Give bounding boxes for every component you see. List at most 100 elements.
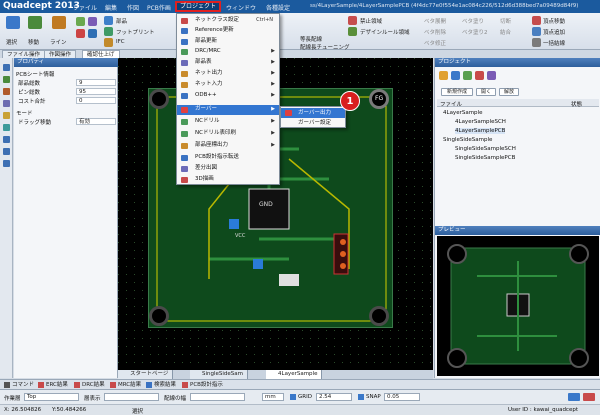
menu-odb[interactable]: ODB++ ▶ [177,91,279,101]
menu-pcb-create[interactable]: PCB作画 [147,3,171,12]
join-all-label[interactable]: 一括結線 [543,39,565,47]
forbid-area-label[interactable]: 禁止領域 [360,17,382,25]
menu-net-input[interactable]: ネット入力 ▶ [177,80,279,90]
mode-section[interactable]: モード [16,109,33,117]
tab-command[interactable]: コマンド [4,381,34,389]
tab-start-page[interactable]: スタートページ [118,370,174,379]
open-project-button[interactable]: 開く [476,88,496,96]
new-project-button[interactable]: 新規作成 [441,88,473,96]
menu-project[interactable]: プロジェクト [175,1,221,12]
measure-icon[interactable] [3,112,10,119]
merge-label[interactable]: 結合 [500,28,511,36]
layer-select[interactable]: Top [24,393,79,401]
via-hatch-label[interactable]: ベタ塗り2 [462,28,488,36]
menu-settings[interactable]: 各種設定 [266,3,290,12]
tree-item-4layersample-pcb[interactable]: 4LayerSamplePCB [455,128,506,134]
grid-value[interactable]: 2.54 [316,393,352,401]
same-length-label[interactable]: 等長配線 [300,35,322,43]
cut-label[interactable]: 切断 [500,17,511,25]
menu-bom[interactable]: 部品表 ▶ [177,58,279,68]
tree-item-4layersample-sch[interactable]: 4LayerSampleSCH [455,119,506,125]
grid-checkbox[interactable] [290,394,296,400]
menu-window[interactable]: ウィンドウ [226,3,256,12]
menu-parts-update[interactable]: 部品更新 [177,37,279,47]
menu-diff-output[interactable]: 差分出図 [177,164,279,174]
folder-icon[interactable] [439,71,448,80]
zoom-fit-icon[interactable] [3,160,10,167]
line-icon[interactable] [52,16,66,29]
move-icon[interactable] [28,16,42,29]
menu-create[interactable]: 作図 [127,3,139,12]
layer-icon[interactable] [3,100,10,107]
menu-parts-coords[interactable]: 部品座標出力 ▶ [177,141,279,151]
vertex-add-label[interactable]: 頂点追加 [543,28,565,36]
vertex-add-icon[interactable] [532,27,541,36]
new-doc-icon[interactable] [451,71,460,80]
via-mod-label[interactable]: ベタ修正 [424,39,446,47]
tab-design-op[interactable]: 作図操作 [44,50,77,58]
select-icon[interactable] [6,16,20,29]
info-icon[interactable] [583,393,595,401]
close-project-button[interactable]: 解放 [499,88,519,96]
pcb-icon[interactable] [475,71,484,80]
tree-item-4layersample[interactable]: 4LayerSample [443,110,482,116]
vertex-move-label[interactable]: 頂点移動 [543,17,565,25]
via-arrange-label[interactable]: ベタ展開 [424,17,446,25]
tab-pcb-instruction[interactable]: PCB設計指示 [182,381,223,389]
ifc-icon[interactable] [104,38,113,47]
zoom-out-icon[interactable] [3,148,10,155]
circle-tool-icon[interactable] [76,17,85,26]
rect-tool-icon[interactable] [88,17,97,26]
parts-label[interactable]: 部品 [116,17,127,25]
arc-tool-icon[interactable] [76,29,85,38]
ifc-label[interactable]: IFC [116,39,125,45]
tab-erc[interactable]: ERC結果 [38,381,68,389]
gerber-output-item[interactable]: ガーバー出力 [281,108,345,118]
snap-value[interactable]: 0.05 [384,393,420,401]
pointer-icon[interactable] [3,64,10,71]
route-width-select[interactable] [190,393,245,401]
footprint-label[interactable]: フットプリント [116,28,155,36]
via-icon[interactable] [3,124,10,131]
tab-search[interactable]: 検索結果 [146,381,176,389]
design-rule-area-icon[interactable] [348,27,357,36]
menu-net-output[interactable]: ネット出力 ▶ [177,69,279,79]
tab-4layer[interactable]: 4LayerSample [266,370,323,379]
tree-item-singlesidesample-pcb[interactable]: SingleSideSamplePCB [455,155,515,161]
menu-netclass[interactable]: ネットクラス設定 Ctrl+N [177,16,279,26]
tab-drc[interactable]: DRC結果 [74,381,105,389]
zoom-in-icon[interactable] [3,136,10,143]
vertex-move-icon[interactable] [532,16,541,25]
vertex-delete-icon[interactable] [532,38,541,47]
snap-checkbox[interactable] [358,394,364,400]
menu-nc-drill[interactable]: NCドリル ▶ [177,117,279,127]
text-tool-icon[interactable] [88,29,97,38]
menu-nc-drill-print[interactable]: NCドリル表印刷 ▶ [177,129,279,139]
menu-edit[interactable]: 編集 [105,3,117,12]
tab-confirm[interactable]: 確認仕上げ [82,50,120,58]
menu-pcb-instruction[interactable]: PCB設計指示転送 [177,153,279,163]
menu-reference-update[interactable]: Reference更新 [177,26,279,36]
pan-icon[interactable] [3,76,10,83]
parts-icon[interactable] [104,16,113,25]
wire-icon[interactable] [3,88,10,95]
sheet-icon[interactable] [463,71,472,80]
unit-select[interactable]: mm [262,393,284,401]
tree-item-singlesidesample[interactable]: SingleSideSample [443,137,492,143]
pcb-sheet-section[interactable]: PCBシート情報 [16,70,54,78]
tab-mrc[interactable]: MRC結果 [110,381,141,389]
layer-mode-select[interactable] [104,393,159,401]
via-fill-label[interactable]: ベタ塗り [462,17,484,25]
drag-move-select[interactable]: 有効 [76,118,116,125]
tab-file-op[interactable]: ファイル操作 [2,50,46,58]
menu-drc-mrc[interactable]: DRC/MRC ▶ [177,47,279,57]
via-dot-label[interactable]: ベタ削除 [424,28,446,36]
tab-single-side[interactable]: SingleSideSam [190,370,249,379]
design-rule-area-label[interactable]: デザインルール領域 [360,28,410,36]
menu-3d-view[interactable]: 3D描画 [177,175,279,185]
tree-item-singlesidesample-sch[interactable]: SingleSideSampleSCH [455,146,516,152]
gerber-settings-item[interactable]: ガーバー設定 [281,118,345,128]
library-icon[interactable] [487,71,496,80]
forbid-area-icon[interactable] [348,16,357,25]
menu-gerber[interactable]: ガーバー ▶ [177,105,279,115]
